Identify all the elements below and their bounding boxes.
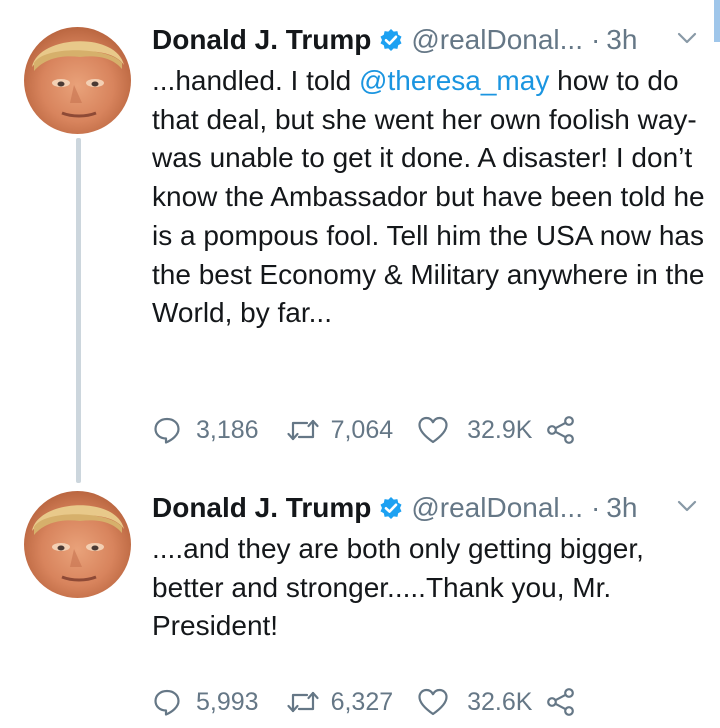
heart-icon	[417, 687, 449, 717]
separator-dot: ·	[590, 24, 601, 55]
reply-icon	[152, 687, 182, 717]
verified-badge-icon	[379, 28, 403, 52]
author-handle[interactable]: @realDonal...	[411, 492, 583, 524]
avatar[interactable]	[24, 491, 131, 598]
like-button[interactable]: 32.6K	[417, 687, 532, 717]
tweet-text: ....and they are both only getting bigge…	[152, 533, 644, 642]
tweet-actions: 5,993 6,327 32.6K	[152, 682, 576, 722]
author-name[interactable]: Donald J. Trump	[152, 24, 371, 56]
reply-count: 5,993	[196, 687, 259, 716]
retweet-button[interactable]: 6,327	[285, 687, 394, 717]
share-icon	[546, 687, 576, 717]
reply-count: 3,186	[196, 415, 259, 444]
retweet-count: 6,327	[330, 687, 394, 716]
author-handle[interactable]: @realDonal...	[411, 24, 583, 56]
reply-icon	[152, 415, 182, 445]
share-icon	[546, 415, 576, 445]
avatar-photo	[32, 41, 124, 118]
tweet-timestamp[interactable]: 3h	[606, 24, 637, 56]
share-button[interactable]	[546, 687, 576, 717]
retweet-icon	[285, 415, 321, 445]
reply-button[interactable]: 5,993	[152, 687, 259, 717]
verified-badge-icon	[379, 496, 403, 520]
like-count: 32.6K	[467, 687, 533, 716]
tweet[interactable]: Donald J. Trump @realDonal... · 3h ....a…	[0, 488, 720, 728]
tweet-actions: 3,186 7,064 32.9K	[152, 410, 576, 450]
tweet-text: ...handled. I told @theresa_may how to d…	[152, 62, 712, 333]
tweet-text-part: how to do that deal, but she went her ow…	[152, 65, 705, 329]
reply-button[interactable]: 3,186	[152, 415, 259, 445]
avatar-photo	[32, 505, 124, 582]
tweet-header: Donald J. Trump @realDonal... · 3h	[152, 488, 637, 528]
chevron-down-icon[interactable]	[675, 494, 699, 518]
share-button[interactable]	[546, 415, 576, 445]
like-count: 32.9K	[467, 415, 533, 444]
tweet-header: Donald J. Trump @realDonal... · 3h	[152, 20, 637, 60]
avatar[interactable]	[24, 27, 131, 134]
like-button[interactable]: 32.9K	[417, 415, 532, 445]
tweet-timestamp[interactable]: 3h	[606, 492, 637, 524]
tweet-text-part: ...handled. I told	[152, 65, 360, 96]
retweet-count: 7,064	[330, 415, 394, 444]
tweet[interactable]: Donald J. Trump @realDonal... · 3h ...ha…	[0, 20, 720, 480]
heart-icon	[417, 415, 449, 445]
author-name[interactable]: Donald J. Trump	[152, 492, 371, 524]
chevron-down-icon[interactable]	[675, 26, 699, 50]
mention-link[interactable]: @theresa_may	[359, 65, 549, 96]
retweet-icon	[285, 687, 321, 717]
separator-dot: ·	[590, 492, 601, 523]
retweet-button[interactable]: 7,064	[285, 415, 394, 445]
